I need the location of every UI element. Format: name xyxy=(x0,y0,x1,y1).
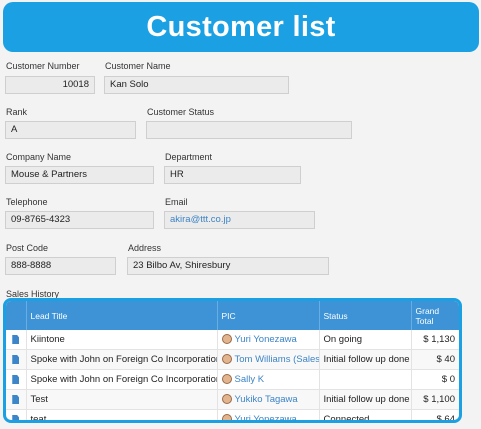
user-avatar-icon xyxy=(221,414,232,420)
document-icon[interactable] xyxy=(12,334,20,344)
email-label: Email xyxy=(165,197,188,207)
grand-total-cell: $ 64 xyxy=(411,409,459,420)
table-row[interactable]: Spoke with John on Foreign Co Incorporat… xyxy=(6,369,459,390)
pic-link[interactable]: Sally K xyxy=(235,374,265,385)
user-avatar-icon xyxy=(221,394,232,405)
table-row[interactable]: teat Yuri Yonezawa Connected $ 64 xyxy=(6,409,459,420)
address-label: Address xyxy=(128,243,162,253)
rank-field[interactable]: A xyxy=(5,121,136,139)
pic-link[interactable]: Yukiko Tagawa xyxy=(235,394,298,405)
status-cell xyxy=(319,369,412,390)
table-row[interactable]: Spoke with John on Foreign Co Incorporat… xyxy=(6,349,459,370)
company-name-field[interactable]: Mouse & Partners xyxy=(5,166,154,184)
customer-name-field[interactable]: Kan Solo xyxy=(104,76,289,94)
column-header[interactable]: Lead Title xyxy=(26,301,218,330)
user-avatar-icon xyxy=(221,354,232,365)
grand-total-cell: $ 40 xyxy=(411,349,459,370)
page-title: Customer list xyxy=(146,10,336,43)
pic-link[interactable]: Tom Williams (Sales) xyxy=(235,354,319,365)
title-banner: Customer list xyxy=(3,2,479,52)
post-code-label: Post Code xyxy=(6,243,49,253)
status-cell: Initial follow up done xyxy=(319,349,412,370)
pic-cell: Yuri Yonezawa xyxy=(217,409,320,420)
document-icon[interactable] xyxy=(12,354,20,364)
table-row[interactable]: Kiintone Yuri Yonezawa On going $ 1,130 xyxy=(6,330,459,350)
grand-total-cell: $ 1,100 xyxy=(411,389,459,410)
lead-title-cell: Kiintone xyxy=(26,330,218,350)
customer-status-label: Customer Status xyxy=(147,107,215,117)
pic-cell: Yukiko Tagawa xyxy=(217,389,320,410)
lead-title-cell: Spoke with John on Foreign Co Incorporat… xyxy=(26,349,218,370)
sales-history-table: Lead Title PIC Status Grand Total Kiinto… xyxy=(3,298,462,423)
lead-title-cell: teat xyxy=(26,409,218,420)
pic-link[interactable]: Yuri Yonezawa xyxy=(235,414,297,420)
telephone-label: Telephone xyxy=(6,197,48,207)
department-field[interactable]: HR xyxy=(164,166,301,184)
user-avatar-icon xyxy=(221,334,232,345)
pic-cell: Yuri Yonezawa xyxy=(217,330,320,350)
department-label: Department xyxy=(165,152,213,162)
company-name-label: Company Name xyxy=(6,152,72,162)
email-field[interactable]: akira@ttt.co.jp xyxy=(164,211,315,229)
document-icon[interactable] xyxy=(12,374,20,384)
column-header[interactable]: Grand Total xyxy=(411,301,459,330)
lead-title-cell: Spoke with John on Foreign Co Incorporat… xyxy=(26,369,218,390)
table-row[interactable]: Test Yukiko Tagawa Initial follow up don… xyxy=(6,389,459,410)
customer-number-field[interactable]: 10018 xyxy=(5,76,95,94)
status-cell: Connected xyxy=(319,409,412,420)
address-field[interactable]: 23 Bilbo Av, Shiresbury xyxy=(127,257,329,275)
grand-total-cell: $ 1,130 xyxy=(411,330,459,350)
table-header-row: Lead Title PIC Status Grand Total xyxy=(6,301,459,330)
customer-name-label: Customer Name xyxy=(105,61,171,71)
customer-number-label: Customer Number xyxy=(6,61,80,71)
pic-cell: Sally K xyxy=(217,369,320,390)
document-icon[interactable] xyxy=(12,394,20,404)
column-header[interactable]: PIC xyxy=(217,301,320,330)
status-cell: On going xyxy=(319,330,412,350)
customer-status-field[interactable] xyxy=(146,121,352,139)
status-cell: Initial follow up done xyxy=(319,389,412,410)
document-icon[interactable] xyxy=(12,414,20,420)
icon-column-header xyxy=(6,301,27,330)
pic-cell: Tom Williams (Sales) xyxy=(217,349,320,370)
rank-label: Rank xyxy=(6,107,28,117)
telephone-field[interactable]: 09-8765-4323 xyxy=(5,211,154,229)
column-header[interactable]: Status xyxy=(319,301,412,330)
grand-total-cell: $ 0 xyxy=(411,369,459,390)
user-avatar-icon xyxy=(221,374,232,385)
post-code-field[interactable]: 888-8888 xyxy=(5,257,116,275)
lead-title-cell: Test xyxy=(26,389,218,410)
pic-link[interactable]: Yuri Yonezawa xyxy=(235,334,297,345)
